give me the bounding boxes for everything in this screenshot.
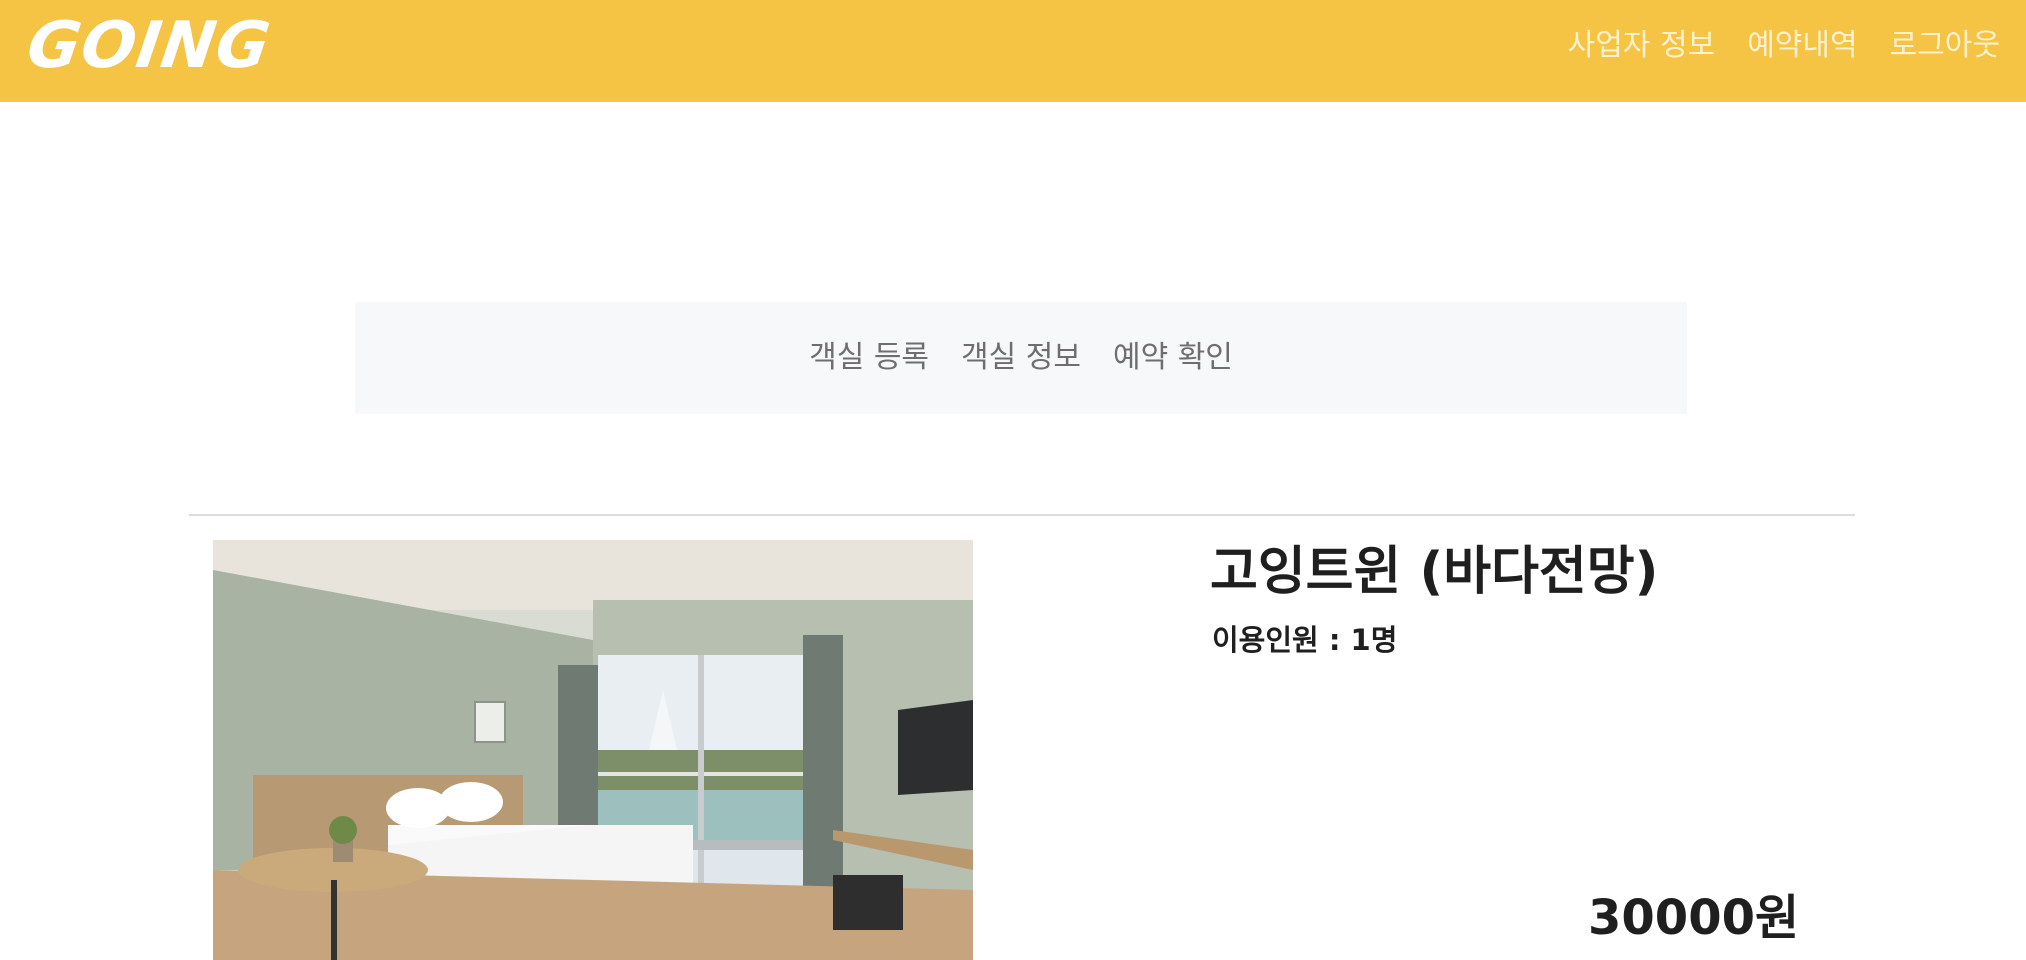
- room-price: 30000원: [1588, 890, 1800, 946]
- tab-room-register[interactable]: 객실 등록: [809, 338, 929, 378]
- room-capacity: 이용인원 : 1명: [1212, 620, 1397, 660]
- room-photo: [213, 540, 973, 960]
- nav-reservations-link[interactable]: 예약내역: [1747, 26, 1857, 66]
- top-header: GOING 사업자 정보 예약내역 로그아웃: [0, 0, 2026, 102]
- top-navigation: 사업자 정보 예약내역 로그아웃: [1568, 26, 2000, 66]
- room-management-subnav: 객실 등록 객실 정보 예약 확인: [355, 302, 1687, 414]
- nav-logout-link[interactable]: 로그아웃: [1890, 26, 2000, 66]
- nav-business-info-link[interactable]: 사업자 정보: [1568, 26, 1716, 66]
- section-divider: [189, 514, 1855, 516]
- room-capacity-label: 이용인원 :: [1212, 623, 1351, 657]
- tab-reservation-check[interactable]: 예약 확인: [1113, 338, 1233, 378]
- hotel-room-photo-icon: [213, 540, 973, 960]
- room-capacity-value: 1명: [1350, 623, 1398, 657]
- tab-room-info[interactable]: 객실 정보: [961, 338, 1081, 378]
- room-name: 고잉트윈 (바다전망): [1210, 542, 1659, 602]
- going-logo[interactable]: GOING: [23, 9, 275, 83]
